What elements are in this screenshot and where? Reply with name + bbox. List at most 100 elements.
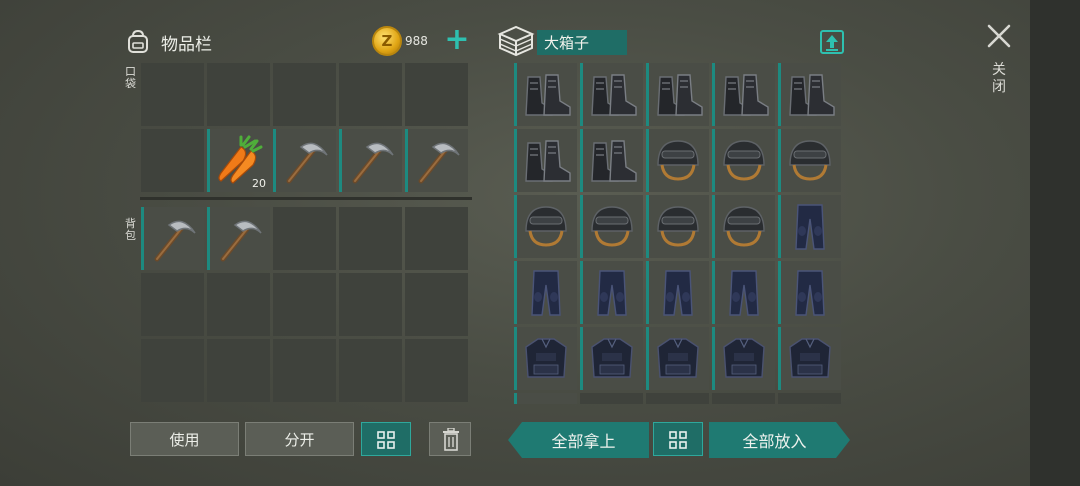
container-slot-empty[interactable] (778, 393, 841, 404)
box-icon (497, 25, 535, 57)
pants-icon (597, 270, 627, 316)
vest-icon (723, 338, 765, 378)
container-slot-helmet[interactable] (646, 195, 709, 258)
pickaxe-icon (352, 142, 394, 184)
vest-icon (525, 338, 567, 378)
backpack-slot-empty[interactable] (339, 207, 402, 270)
pants-icon (531, 270, 561, 316)
container-slot-vest[interactable] (514, 393, 577, 404)
container-slot-helmet[interactable] (646, 129, 709, 192)
trash-icon (443, 428, 459, 451)
use-button[interactable]: 使用 (130, 422, 239, 456)
helmet-icon (723, 140, 765, 181)
add-coins-button[interactable]: + (444, 25, 470, 56)
container-slot-empty[interactable] (712, 393, 775, 404)
pants-icon (795, 270, 825, 316)
container-slot-vest[interactable] (778, 327, 841, 390)
coin-count: 988 (405, 34, 428, 48)
backpack-grid (141, 207, 468, 402)
inventory-header: 物品栏 (125, 26, 212, 58)
container-slot-boots[interactable] (778, 63, 841, 126)
take-all-button[interactable]: 全部拿上 (508, 422, 649, 458)
boots-icon (591, 74, 637, 116)
pickaxe-icon (418, 142, 460, 184)
container-slot-boots[interactable] (514, 129, 577, 192)
container-slot-helmet[interactable] (712, 195, 775, 258)
container-slot-pants[interactable] (778, 195, 841, 258)
vest-icon (657, 338, 699, 378)
helmet-icon (789, 140, 831, 181)
sort-inventory-button[interactable] (361, 422, 411, 456)
pocket-slot-pickaxe[interactable] (339, 129, 402, 192)
container-slot-vest[interactable] (514, 327, 577, 390)
pocket-slot-empty[interactable] (339, 63, 402, 126)
container-slot-helmet[interactable] (778, 129, 841, 192)
container-slot-helmet[interactable] (580, 195, 643, 258)
close-label[interactable]: 关闭 (989, 62, 1009, 96)
pocket-slot-empty[interactable] (141, 129, 204, 192)
helmet-icon (657, 206, 699, 247)
pocket-slot-empty[interactable] (207, 63, 270, 126)
backpack-slot-empty[interactable] (207, 273, 270, 336)
container-slot-helmet[interactable] (712, 129, 775, 192)
container-grid (514, 63, 845, 404)
pickaxe-icon (154, 220, 196, 262)
put-all-button[interactable]: 全部放入 (709, 422, 850, 458)
sort-container-button[interactable] (653, 422, 703, 456)
pocket-grid: 20 (141, 63, 468, 192)
container-grid-scroll[interactable] (514, 63, 845, 404)
pocket-slot-pickaxe[interactable] (405, 129, 468, 192)
close-icon[interactable] (985, 22, 1013, 50)
pickaxe-icon (220, 220, 262, 262)
pants-icon (729, 270, 759, 316)
container-slot-pants[interactable] (646, 261, 709, 324)
container-slot-boots[interactable] (712, 63, 775, 126)
container-slot-helmet[interactable] (514, 195, 577, 258)
boots-icon (723, 74, 769, 116)
item-quantity: 20 (252, 177, 266, 190)
backpack-slot-empty[interactable] (141, 339, 204, 402)
boots-icon (591, 140, 637, 182)
container-slot-empty[interactable] (580, 393, 643, 404)
container-slot-boots[interactable] (580, 63, 643, 126)
backpack-slot-empty[interactable] (273, 273, 336, 336)
container-slot-pants[interactable] (580, 261, 643, 324)
boots-icon (525, 140, 571, 182)
pocket-slot-empty[interactable] (405, 63, 468, 126)
container-slot-empty[interactable] (646, 393, 709, 404)
boots-icon (789, 74, 835, 116)
container-slot-vest[interactable] (580, 327, 643, 390)
backpack-slot-empty[interactable] (339, 339, 402, 402)
backpack-slot-empty[interactable] (273, 339, 336, 402)
backpack-slot-empty[interactable] (405, 339, 468, 402)
helmet-icon (525, 206, 567, 247)
container-slot-pants[interactable] (514, 261, 577, 324)
trash-button[interactable] (429, 422, 471, 456)
vest-icon (520, 399, 572, 404)
pocket-slot-empty[interactable] (273, 63, 336, 126)
container-slot-boots[interactable] (580, 129, 643, 192)
upload-icon[interactable] (818, 28, 846, 56)
backpack-slot-pickaxe[interactable] (207, 207, 270, 270)
split-button[interactable]: 分开 (245, 422, 354, 456)
backpack-slot-empty[interactable] (273, 207, 336, 270)
pants-icon (795, 204, 825, 250)
pocket-slot-carrot[interactable]: 20 (207, 129, 270, 192)
container-slot-boots[interactable] (646, 63, 709, 126)
pickaxe-icon (286, 142, 328, 184)
backpack-slot-pickaxe[interactable] (141, 207, 204, 270)
pocket-slot-empty[interactable] (141, 63, 204, 126)
container-slot-pants[interactable] (778, 261, 841, 324)
backpack-label: 背包 (125, 217, 136, 242)
backpack-slot-empty[interactable] (141, 273, 204, 336)
coin-icon: Z (372, 26, 402, 56)
backpack-slot-empty[interactable] (405, 273, 468, 336)
container-slot-vest[interactable] (646, 327, 709, 390)
backpack-slot-empty[interactable] (405, 207, 468, 270)
backpack-slot-empty[interactable] (339, 273, 402, 336)
backpack-slot-empty[interactable] (207, 339, 270, 402)
container-slot-boots[interactable] (514, 63, 577, 126)
pocket-slot-pickaxe[interactable] (273, 129, 336, 192)
container-slot-pants[interactable] (712, 261, 775, 324)
container-slot-vest[interactable] (712, 327, 775, 390)
